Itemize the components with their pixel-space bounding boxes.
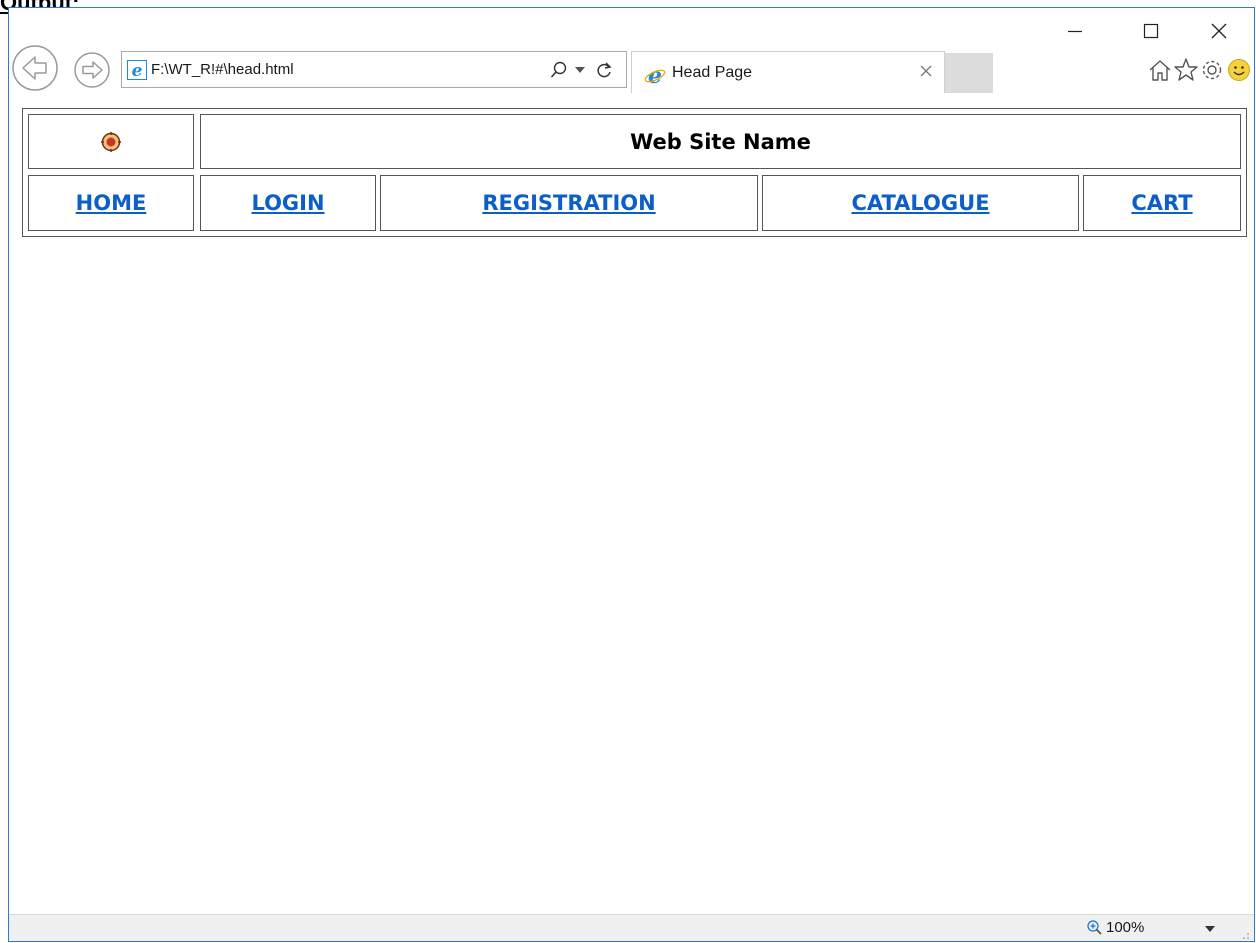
settings-icon[interactable] [1199,57,1225,83]
svg-text:e: e [648,64,662,86]
site-name: Web Site Name [630,129,811,154]
close-icon[interactable] [920,65,932,77]
chevron-down-icon[interactable] [1205,926,1215,932]
ie-logo-icon: e [644,64,666,86]
nav-cell-registration: REGISTRATION [380,175,758,231]
tab-head-page[interactable]: e Head Page [631,51,945,93]
logo-cell [28,114,194,169]
browser-window: e F:\WT_R!#\head.html e Head Page Web Si… [8,7,1255,942]
status-bar: 100% [9,914,1254,941]
forward-button[interactable] [73,51,111,89]
nav-cell-catalogue: CATALOGUE [762,175,1079,231]
close-window-button[interactable] [1201,16,1237,46]
nav-link-cart[interactable]: CART [1131,191,1192,215]
minimize-icon [1068,30,1082,33]
nav-link-home[interactable]: HOME [76,191,147,215]
forward-icon [74,52,110,88]
address-url[interactable]: F:\WT_R!#\head.html [151,61,294,78]
search-icon[interactable] [550,61,568,79]
zoom-icon [1087,920,1102,935]
smiley-icon[interactable] [1226,57,1252,83]
minimize-button[interactable] [1057,16,1093,46]
maximize-icon [1143,23,1159,39]
chevron-down-icon[interactable] [575,67,585,74]
nav-link-registration[interactable]: REGISTRATION [482,191,655,215]
zoom-level: 100% [1106,919,1145,936]
favorites-icon[interactable] [1173,57,1199,83]
header-table: Web Site Name HOME LOGIN REGISTRATION CA… [22,108,1247,237]
nav-link-catalogue[interactable]: CATALOGUE [851,191,989,215]
home-icon[interactable] [1147,57,1173,83]
refresh-icon[interactable] [595,61,613,79]
back-icon [12,45,58,91]
nav-cell-cart: CART [1083,175,1241,231]
site-name-cell: Web Site Name [200,114,1241,169]
maximize-button[interactable] [1133,16,1169,46]
new-tab-button[interactable] [945,53,993,93]
address-bar[interactable]: e F:\WT_R!#\head.html [121,51,627,88]
ie-logo-icon: e [127,60,147,80]
resize-grip-icon[interactable] [1242,932,1250,940]
tab-title: Head Page [672,64,753,81]
nav-cell-home: HOME [28,175,194,231]
zoom-control[interactable]: 100% [1087,919,1144,936]
nav-cell-login: LOGIN [200,175,376,231]
svg-text:e: e [132,61,143,80]
back-button[interactable] [11,44,59,92]
logo-icon [101,131,121,152]
close-icon [1211,23,1227,39]
nav-link-login[interactable]: LOGIN [251,191,324,215]
